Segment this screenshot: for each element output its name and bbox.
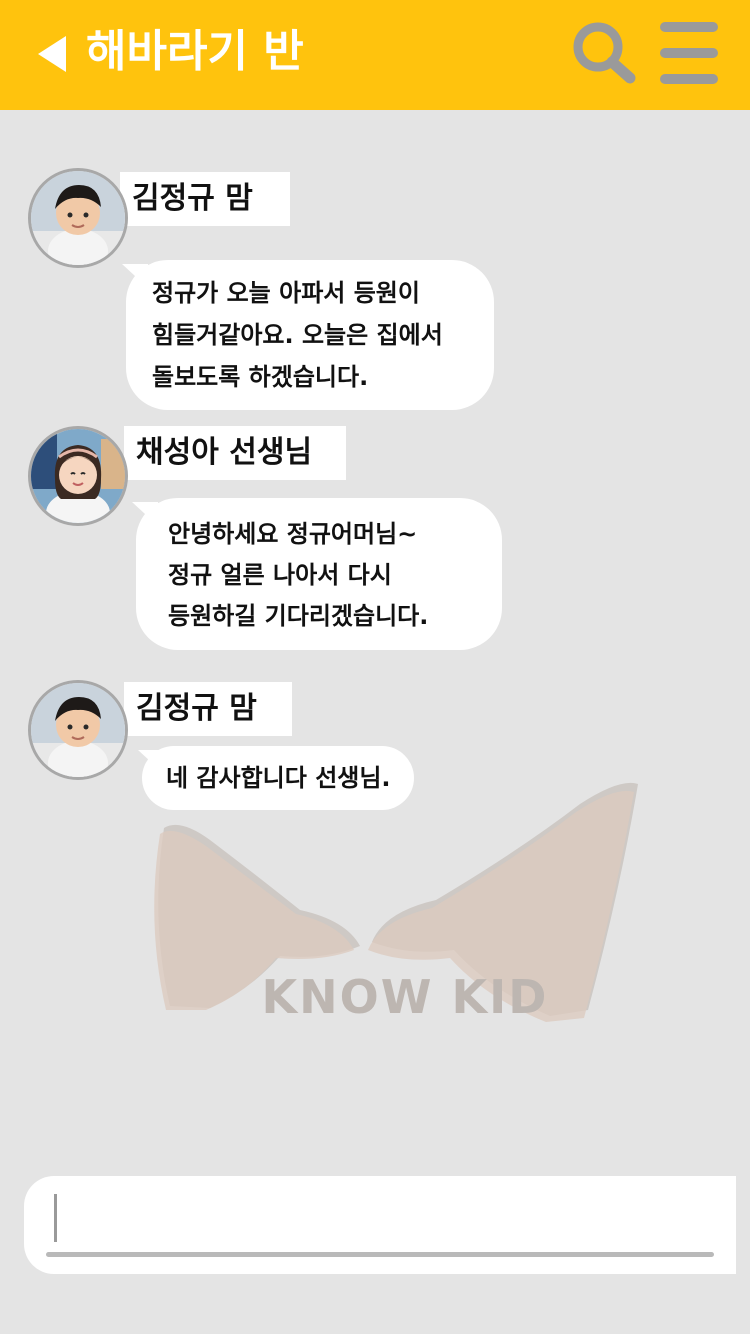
child-avatar[interactable] xyxy=(28,680,128,780)
message-bubble: 정규가 오늘 아파서 등원이 힘들거같아요. 오늘은 집에서 돌보도록 하겠습니… xyxy=(122,260,494,410)
top-bar: 해바라기 반 xyxy=(0,0,750,110)
message-line: 정규가 오늘 아파서 등원이 xyxy=(152,279,420,307)
message-line: 힘들거같아요. 오늘은 집에서 xyxy=(152,321,443,349)
chat-room-title: 해바라기 반 xyxy=(86,26,304,77)
message-line: 등원하길 기다리겠습니다. xyxy=(168,602,429,630)
message-bubble: 안녕하세요 정규어머님~ 정규 얼른 나아서 다시 등원하길 기다리겠습니다. xyxy=(132,498,502,650)
teacher-avatar[interactable] xyxy=(28,426,128,526)
child-avatar[interactable] xyxy=(28,168,128,268)
back-arrow-icon[interactable] xyxy=(38,36,66,72)
message-input[interactable] xyxy=(24,1176,736,1274)
bubble-tail xyxy=(122,264,148,288)
know-kid-watermark: KNOW KID xyxy=(150,770,650,1030)
bubble-tail xyxy=(132,502,158,526)
watermark-text: KNOW KID xyxy=(261,970,549,1024)
text-cursor xyxy=(54,1194,57,1242)
message-line: 돌보도록 하겠습니다. xyxy=(152,363,369,391)
menu-icon[interactable] xyxy=(660,20,720,86)
message-line: 안녕하세요 정규어머님~ xyxy=(168,520,418,548)
message-line: 정규 얼른 나아서 다시 xyxy=(168,561,392,589)
sender-name: 채성아 선생님 xyxy=(124,426,346,480)
sender-name: 김정규 맘 xyxy=(124,682,292,736)
search-icon[interactable] xyxy=(568,18,640,90)
sender-name: 김정규 맘 xyxy=(120,172,290,226)
input-underline xyxy=(46,1252,714,1257)
